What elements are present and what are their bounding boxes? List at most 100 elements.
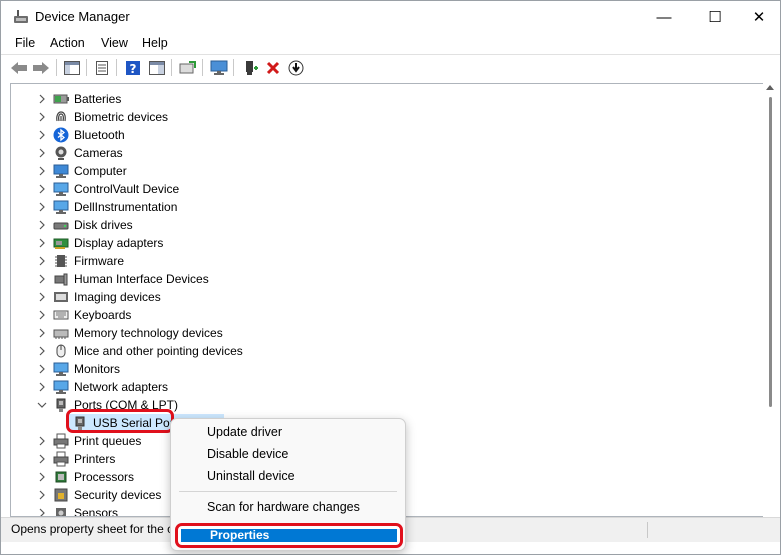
- back-button[interactable]: [9, 58, 29, 78]
- tree-category-row[interactable]: Mice and other pointing devices: [11, 342, 751, 360]
- tree-category-row[interactable]: Computer: [11, 162, 751, 180]
- scroll-up-arrow-icon[interactable]: [766, 85, 774, 90]
- chevron-right-icon[interactable]: [37, 310, 47, 320]
- chevron-right-icon[interactable]: [37, 112, 47, 122]
- minimize-button[interactable]: —: [641, 1, 687, 33]
- properties-icon: [96, 61, 108, 75]
- toolbar: ?: [1, 55, 780, 80]
- tree-node-label: Printers: [74, 452, 116, 466]
- tree-node-label: Imaging devices: [74, 290, 161, 304]
- chevron-right-icon[interactable]: [37, 238, 47, 248]
- chevron-right-icon[interactable]: [37, 166, 47, 176]
- tree-category-row[interactable]: Network adapters: [11, 378, 751, 396]
- chevron-right-icon[interactable]: [37, 256, 47, 266]
- context-menu-update-driver[interactable]: Update driver: [207, 425, 282, 439]
- chevron-right-icon[interactable]: [37, 436, 47, 446]
- chevron-down-icon[interactable]: [37, 400, 47, 410]
- context-menu: Update driver Disable device Uninstall d…: [170, 418, 406, 551]
- tree-category-row[interactable]: Imaging devices: [11, 288, 751, 306]
- chevron-right-icon[interactable]: [37, 202, 47, 212]
- tree-category-row[interactable]: Firmware: [11, 252, 751, 270]
- fingerprint-icon: [56, 111, 66, 122]
- chevron-right-icon[interactable]: [37, 382, 47, 392]
- tree-category-row[interactable]: DellInstrumentation: [11, 198, 751, 216]
- show-hide-console-tree-button[interactable]: [62, 58, 82, 78]
- chevron-right-icon[interactable]: [37, 364, 47, 374]
- tree-category-row[interactable]: Display adapters: [11, 234, 751, 252]
- toolbar-separator: [202, 59, 203, 76]
- chevron-right-icon[interactable]: [37, 220, 47, 230]
- tree-category-row[interactable]: Cameras: [11, 144, 751, 162]
- keyboard-icon: [53, 310, 69, 320]
- tree-category-row[interactable]: Human Interface Devices: [11, 270, 751, 288]
- window-title: Device Manager: [35, 9, 130, 24]
- chevron-right-icon[interactable]: [37, 328, 47, 338]
- chevron-right-icon[interactable]: [37, 490, 47, 500]
- update-driver-toolbar-button[interactable]: [178, 58, 198, 78]
- security-icon: [54, 488, 68, 502]
- maximize-button[interactable]: ☐: [692, 1, 738, 33]
- tree-category-row[interactable]: Monitors: [11, 360, 751, 378]
- chevron-right-icon[interactable]: [37, 346, 47, 356]
- action-pane-button[interactable]: [147, 58, 167, 78]
- tree-category-row[interactable]: Batteries: [11, 90, 751, 108]
- tree-node-label: ControlVault Device: [74, 182, 180, 196]
- chevron-right-icon[interactable]: [37, 184, 47, 194]
- tree-node-label: Display adapters: [74, 236, 164, 250]
- context-menu-scan-hardware[interactable]: Scan for hardware changes: [207, 500, 360, 514]
- status-divider: [647, 522, 648, 538]
- tree-node-label: Print queues: [74, 434, 142, 448]
- download-driver-icon: [288, 60, 304, 76]
- tree-node-label: Batteries: [74, 92, 122, 106]
- menu-view[interactable]: View: [101, 36, 128, 50]
- close-button[interactable]: ✕: [736, 1, 780, 33]
- tree-category-row[interactable]: Bluetooth: [11, 126, 751, 144]
- scan-hardware-toolbar-button[interactable]: [209, 58, 229, 78]
- chevron-right-icon[interactable]: [37, 94, 47, 104]
- forward-button[interactable]: [31, 58, 51, 78]
- context-menu-uninstall-device[interactable]: Uninstall device: [207, 469, 295, 483]
- tree-category-row[interactable]: ControlVault Device: [11, 180, 751, 198]
- toolbar-separator: [233, 59, 234, 76]
- chevron-right-icon[interactable]: [37, 148, 47, 158]
- tree-category-row[interactable]: Memory technology devices: [11, 324, 751, 342]
- chevron-right-icon[interactable]: [37, 130, 47, 140]
- processor-icon: [55, 471, 67, 483]
- properties-toolbar-button[interactable]: [92, 58, 112, 78]
- tree-node-label: Computer: [74, 164, 127, 178]
- monitor-icon: [210, 60, 228, 75]
- tree-node-label: Keyboards: [74, 308, 132, 322]
- status-text: Opens property sheet for the c: [11, 522, 174, 536]
- vertical-scrollbar[interactable]: [763, 83, 778, 517]
- tree-node-label: Biometric devices: [74, 110, 169, 124]
- uninstall-device-toolbar-button[interactable]: [263, 58, 283, 78]
- chevron-right-icon[interactable]: [37, 292, 47, 302]
- menu-file[interactable]: File: [15, 36, 35, 50]
- chevron-right-icon[interactable]: [37, 454, 47, 464]
- camera-icon: [55, 146, 67, 160]
- context-menu-properties[interactable]: Properties: [181, 529, 397, 542]
- help-toolbar-button[interactable]: ?: [123, 58, 143, 78]
- tree-category-row[interactable]: Disk drives: [11, 216, 751, 234]
- disk-drive-icon: [53, 222, 69, 230]
- network-icon: [53, 380, 69, 394]
- context-menu-disable-device[interactable]: Disable device: [207, 447, 288, 461]
- chevron-right-icon[interactable]: [37, 274, 47, 284]
- add-driver-toolbar-button[interactable]: [241, 58, 261, 78]
- mouse-icon: [56, 344, 66, 358]
- tree-node-label: Processors: [74, 470, 135, 484]
- back-arrow-icon: [11, 62, 27, 74]
- printer-icon: [53, 433, 69, 449]
- chevron-right-icon[interactable]: [37, 508, 47, 517]
- enable-device-toolbar-button[interactable]: [286, 58, 306, 78]
- show-hide-console-tree-icon: [64, 61, 80, 75]
- tree-node-label: Bluetooth: [74, 128, 125, 142]
- scroll-thumb[interactable]: [769, 97, 772, 407]
- menu-help[interactable]: Help: [142, 36, 168, 50]
- tree-category-row[interactable]: Biometric devices: [11, 108, 751, 126]
- menu-action[interactable]: Action: [50, 36, 85, 50]
- tree-category-row[interactable]: Keyboards: [11, 306, 751, 324]
- update-driver-icon: [179, 61, 196, 74]
- printer-icon: [53, 451, 69, 467]
- chevron-right-icon[interactable]: [37, 472, 47, 482]
